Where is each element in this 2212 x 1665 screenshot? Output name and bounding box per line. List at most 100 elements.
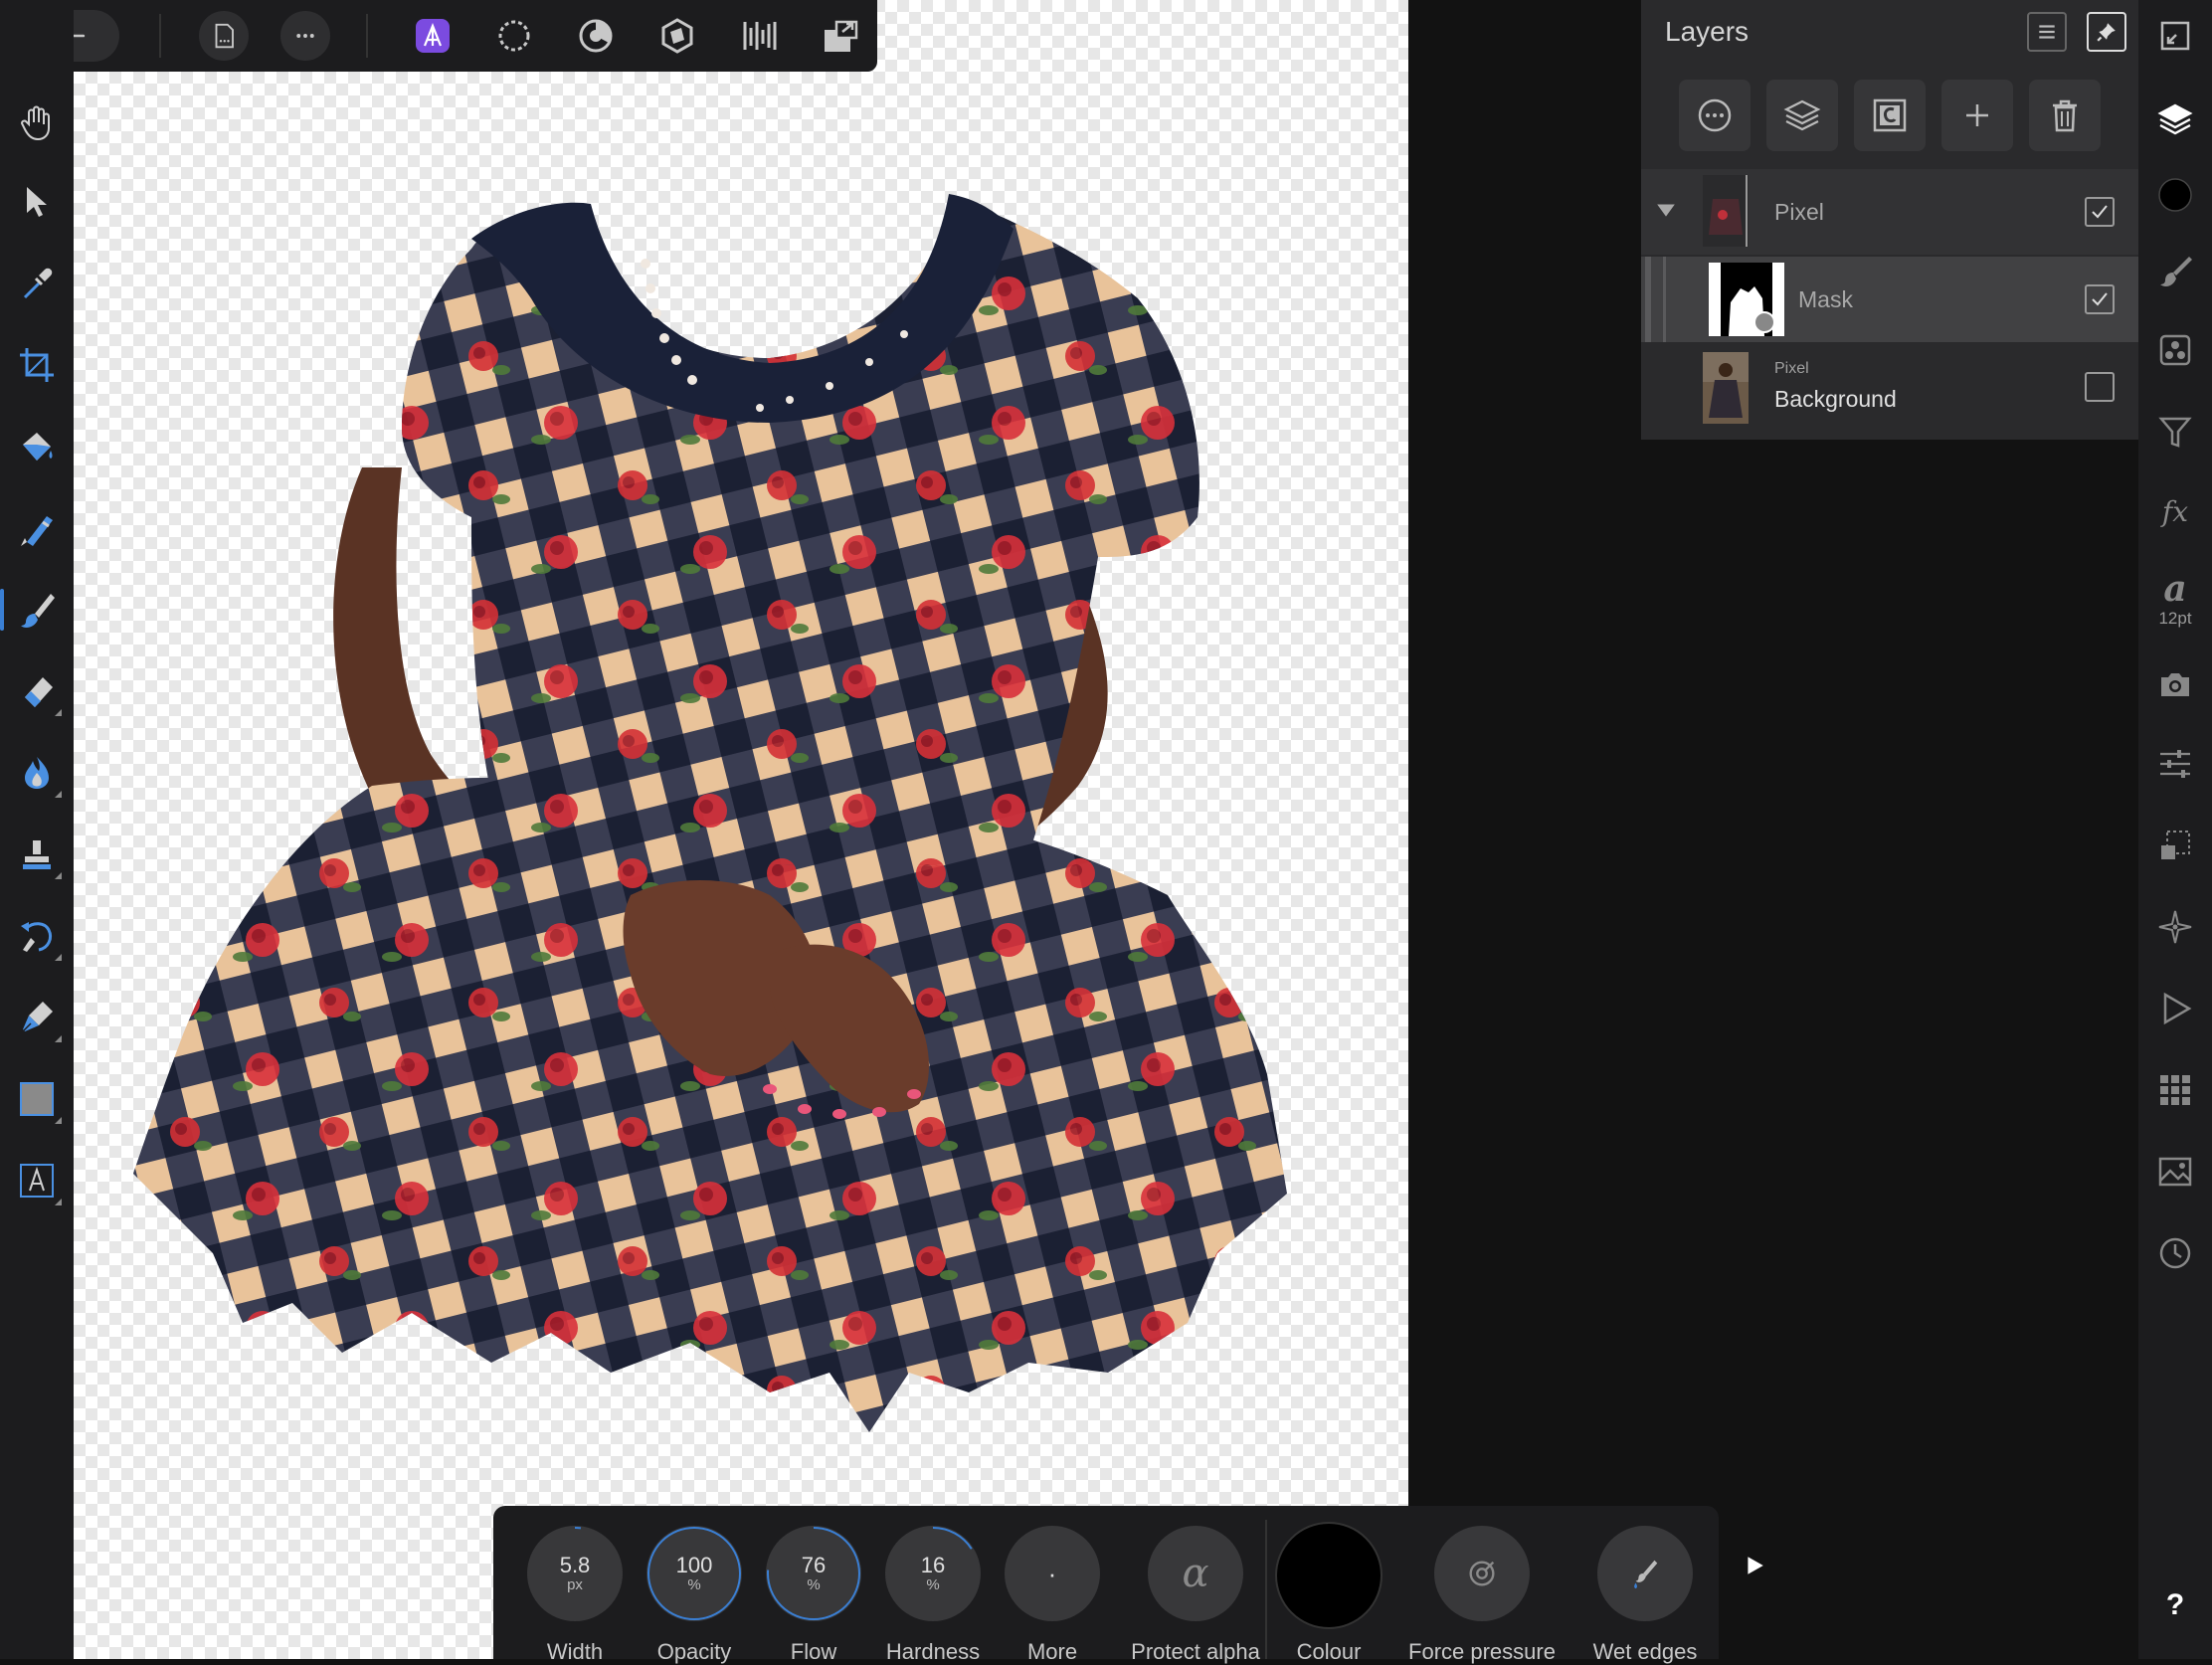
swatches-studio-button[interactable] [2149, 1064, 2201, 1116]
fullscreen-button[interactable] [2149, 10, 2201, 62]
channels-studio-button[interactable] [2149, 324, 2201, 376]
mask-icon [1873, 98, 1907, 132]
ellipsis-circle-icon [1698, 98, 1732, 132]
play-icon [2163, 992, 2192, 1025]
more-dot: · [1047, 1559, 1057, 1588]
pen-tool[interactable] [10, 991, 64, 1044]
transform-studio-button[interactable] [2149, 738, 2201, 790]
scroll-right-button[interactable] [1737, 1546, 1772, 1585]
add-mask-button[interactable] [1854, 80, 1926, 151]
layer-visibility-checkbox[interactable] [2085, 284, 2115, 314]
layer-options-button[interactable] [1766, 80, 1838, 151]
panel-title: Layers [1665, 16, 1750, 47]
color-picker-tool[interactable] [10, 257, 64, 310]
disclosure-triangle-icon[interactable] [1655, 199, 1677, 221]
develop-persona-button[interactable] [567, 8, 625, 64]
history-studio-button[interactable] [2149, 1227, 2201, 1279]
arrange-button[interactable] [812, 8, 869, 64]
layer-row-pixel[interactable]: Pixel [1641, 169, 2138, 255]
view-tool[interactable] [10, 95, 64, 149]
font-size-label: 12pt [2158, 609, 2192, 628]
erase-brush-tool[interactable] [10, 664, 64, 718]
flow-control[interactable]: 76 % Flow [754, 1516, 873, 1664]
wet-edges-toggle[interactable]: Wet edges [1585, 1516, 1705, 1664]
layer-visibility-checkbox[interactable] [2085, 372, 2115, 402]
layer-name: Mask [1798, 286, 1853, 312]
opacity-control[interactable]: 100 % Opacity [635, 1516, 754, 1664]
sliders-icon [2160, 750, 2190, 778]
opacity-ring [647, 1527, 741, 1620]
pressure-icon [1469, 1561, 1495, 1586]
undo-brush-tool[interactable] [10, 909, 64, 963]
document-button[interactable] [195, 8, 253, 64]
alpha-icon: α [1182, 1551, 1209, 1596]
tone-mapping-persona-button[interactable] [648, 8, 706, 64]
blend-options-button[interactable] [1679, 80, 1751, 151]
protect-alpha-toggle[interactable]: α Protect alpha [1131, 1516, 1260, 1664]
colour-well[interactable]: Colour [1269, 1516, 1388, 1664]
flame-icon [25, 757, 49, 789]
panel-menu-button[interactable] [2027, 12, 2067, 52]
delete-layer-button[interactable] [2029, 80, 2101, 151]
flow-ring [767, 1527, 860, 1620]
paint-brush-tool[interactable] [0, 583, 64, 637]
clone-brush-tool[interactable] [10, 828, 64, 881]
text-style-icon: a [2163, 568, 2187, 610]
add-layer-button[interactable] [1941, 80, 2013, 151]
more-button[interactable] [276, 8, 334, 64]
move-tool[interactable] [10, 175, 64, 229]
history-selection-button[interactable] [2149, 820, 2201, 871]
force-pressure-toggle[interactable]: Force pressure [1408, 1516, 1556, 1664]
flood-fill-tool[interactable] [10, 420, 64, 473]
text-styles-studio-button[interactable]: a [2149, 563, 2201, 615]
stock-images-button[interactable] [2149, 1146, 2201, 1198]
shape-tool[interactable] [10, 1072, 64, 1126]
hand-icon [20, 105, 50, 141]
document-canvas[interactable] [74, 0, 1408, 1659]
effects-studio-button[interactable]: fx [2149, 485, 2201, 537]
arrow-pointer-icon [27, 187, 47, 217]
text-tool[interactable] [10, 1154, 64, 1207]
colour-studio-button[interactable] [2149, 169, 2201, 221]
brush-icon [2160, 257, 2192, 286]
layers-panel: Layers Pixel Mask Pixel Background [1641, 0, 2138, 440]
layer-thumbnail [1703, 175, 1749, 247]
wet-brush-icon [1634, 1560, 1658, 1589]
top-toolbar [0, 0, 877, 72]
export-persona-button[interactable] [730, 8, 788, 64]
paint-bucket-icon [23, 433, 53, 461]
more-brush-options[interactable]: · More [993, 1516, 1112, 1664]
fullscreen-icon [2160, 21, 2190, 51]
dress-image [133, 194, 1287, 1432]
layer-visibility-checkbox[interactable] [2085, 197, 2115, 227]
hardness-control[interactable]: 16 % Hardness [873, 1516, 993, 1664]
navigator-studio-button[interactable] [2149, 901, 2201, 953]
width-control[interactable]: 5.8 px Width [515, 1516, 635, 1664]
stock-studio-button[interactable] [2149, 658, 2201, 710]
checkmark-icon [2092, 292, 2108, 306]
selection-indicator [1645, 257, 1651, 342]
trash-icon [2053, 99, 2077, 132]
crop-tool[interactable] [10, 338, 64, 392]
selection-brush-tool[interactable] [10, 501, 64, 555]
export-persona-icon [743, 22, 777, 50]
paint-brush-icon [21, 594, 55, 628]
layers-studio-button[interactable] [2149, 93, 2201, 145]
marquee-icon [2161, 831, 2190, 859]
pin-panel-button[interactable] [2087, 12, 2126, 52]
burn-brush-tool[interactable] [10, 746, 64, 800]
hardness-ring [886, 1527, 980, 1620]
context-toolbar: 5.8 px Width 100 % Opacity 76 % Flow 16 … [493, 1506, 1763, 1664]
help-button[interactable]: ? [2149, 1579, 2201, 1631]
brushes-studio-button[interactable] [2149, 245, 2201, 296]
liquify-persona-button[interactable] [485, 8, 543, 64]
layer-row-background[interactable]: Pixel Background [1641, 344, 2138, 432]
layers-stack-icon [1783, 99, 1821, 131]
channels-icon [2159, 334, 2191, 366]
adjustments-studio-button[interactable] [2149, 406, 2201, 458]
colour-label: Colour [1296, 1639, 1362, 1664]
photo-persona-button[interactable] [404, 8, 461, 64]
force-pressure-label: Force pressure [1408, 1639, 1556, 1664]
layer-row-mask[interactable]: Mask [1641, 257, 2138, 342]
macro-studio-button[interactable] [2149, 983, 2201, 1034]
